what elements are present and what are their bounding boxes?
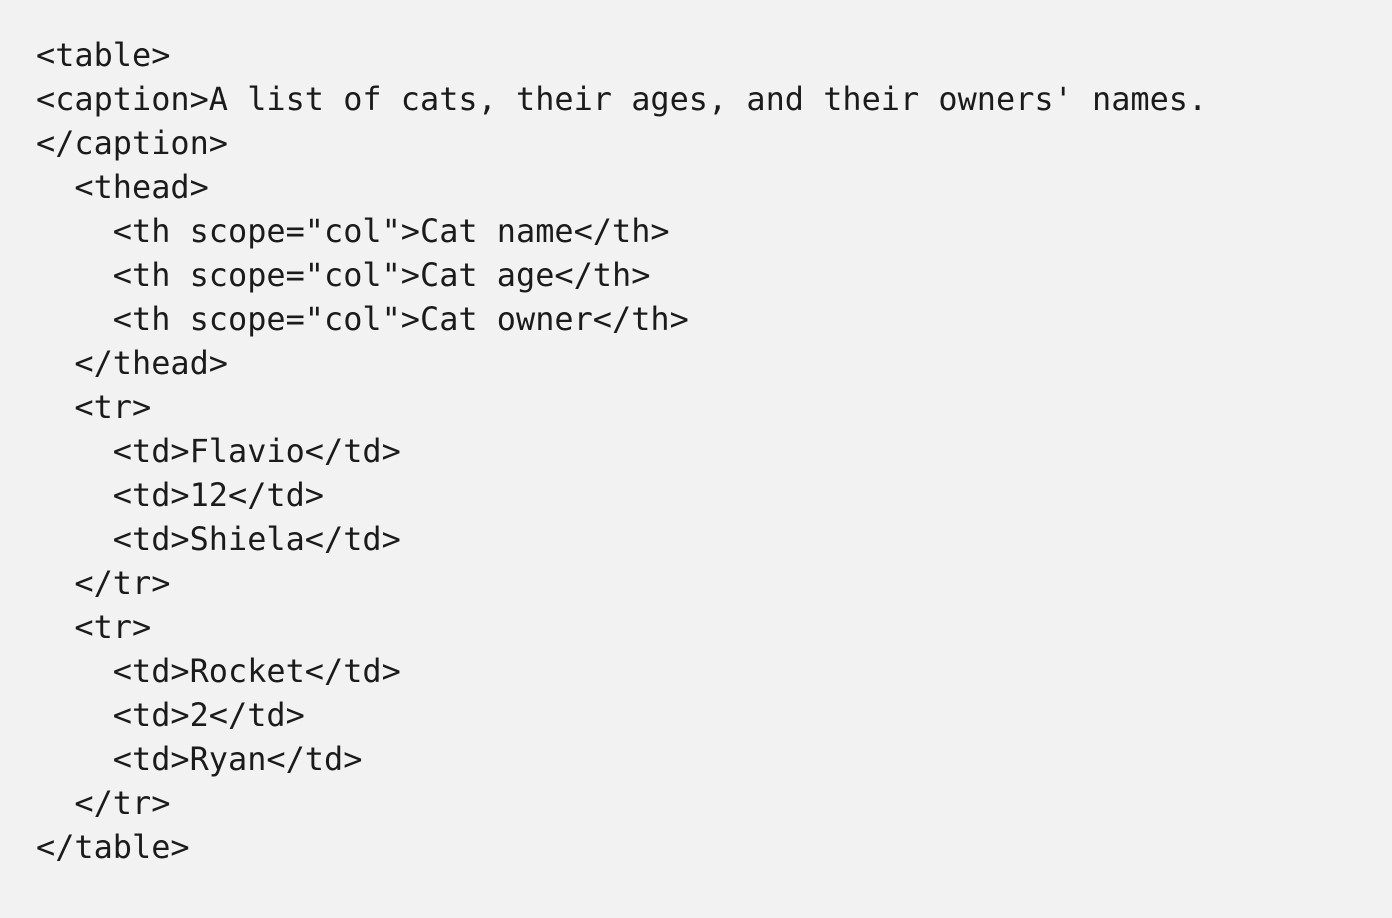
code-line: <td>Flavio</td> [36,432,401,470]
code-line: </table> [36,828,190,866]
code-line: <td>Ryan</td> [36,740,363,778]
code-line: </tr> [36,784,171,822]
code-line: </tr> [36,564,171,602]
code-line: <td>12</td> [36,476,324,514]
code-line: <td>2</td> [36,696,305,734]
code-block: <table> <caption>A list of cats, their ag… [36,33,1207,869]
code-line: <td>Shiela</td> [36,520,401,558]
code-line: <tr> [36,608,152,646]
code-line: </caption> [36,124,228,162]
code-line: <thead> [36,168,209,206]
code-line: <th scope="col">Cat owner</th> [36,300,689,338]
code-line: <td>Rocket</td> [36,652,401,690]
code-line: <th scope="col">Cat age</th> [36,256,651,294]
code-line: <th scope="col">Cat name</th> [36,212,670,250]
code-line: <caption>A list of cats, their ages, and… [36,80,1208,118]
code-line: <table> [36,36,171,74]
code-line: </thead> [36,344,228,382]
code-line: <tr> [36,388,152,426]
